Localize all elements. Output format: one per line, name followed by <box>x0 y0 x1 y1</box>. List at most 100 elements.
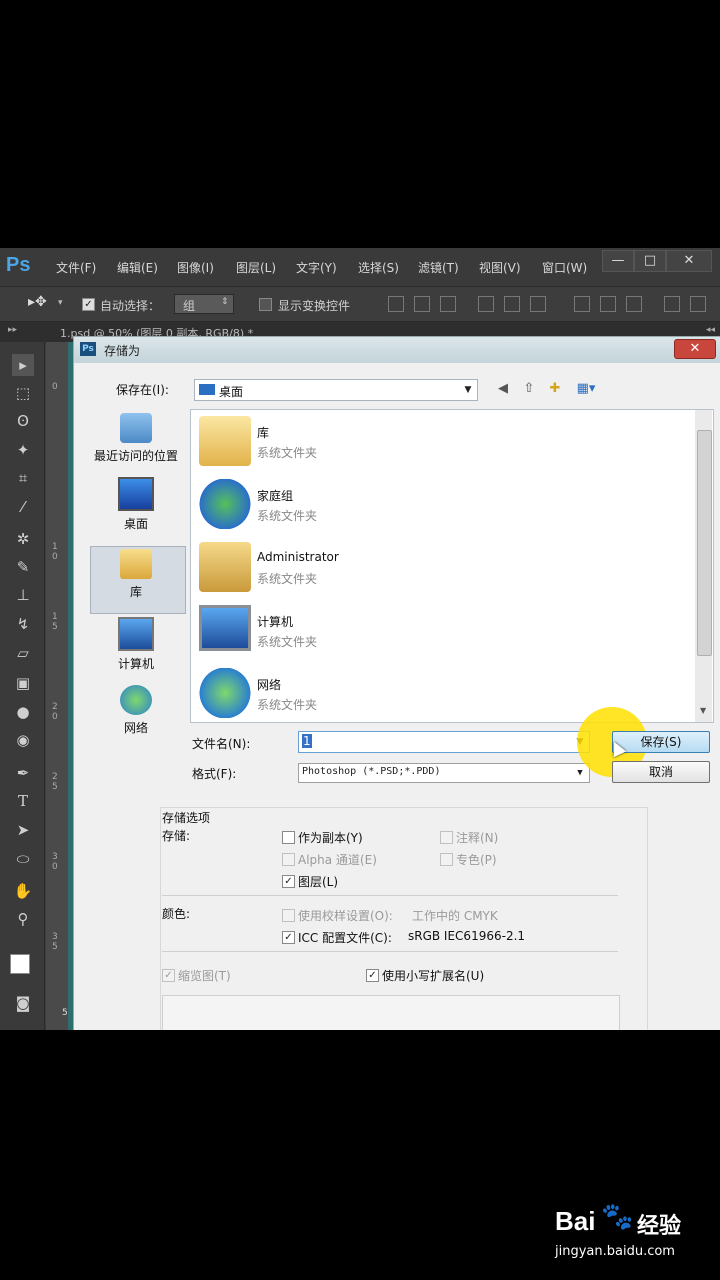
place-computer[interactable]: 计算机 <box>86 617 186 672</box>
minimize-button[interactable]: — <box>602 250 634 272</box>
place-recent[interactable]: 最近访问的位置 <box>86 413 186 464</box>
history-brush-icon[interactable]: ↯ <box>12 613 34 635</box>
notes-label: 注释(N) <box>456 831 499 845</box>
new-folder-icon[interactable]: ✚ <box>546 381 564 397</box>
eraser-icon[interactable]: ▱ <box>12 642 34 664</box>
gradient-tool-icon[interactable]: ▣ <box>12 672 34 694</box>
spot-checkbox[interactable] <box>440 853 453 866</box>
network-icon <box>199 668 251 718</box>
align-top-icon[interactable] <box>388 296 404 312</box>
healing-brush-icon[interactable]: ✲ <box>12 528 34 550</box>
list-item[interactable]: Administrator 系统文件夹 <box>197 538 677 598</box>
save-button[interactable]: 保存(S) <box>612 731 710 753</box>
lowercase-extension-checkbox[interactable]: ✓ <box>366 969 379 982</box>
place-libraries[interactable]: 库 <box>86 549 186 600</box>
foreground-color-swatch[interactable] <box>10 954 30 974</box>
list-item[interactable]: 家庭组 系统文件夹 <box>197 475 677 535</box>
view-menu-icon[interactable]: ▦▾ <box>572 381 600 397</box>
layers-checkbox[interactable]: ✓ <box>282 875 295 888</box>
align-right-icon[interactable] <box>530 296 546 312</box>
align-hcenter-icon[interactable] <box>504 296 520 312</box>
watermark-brand: Bai <box>555 1206 596 1236</box>
chevron-down-icon[interactable]: ▾ <box>58 298 63 308</box>
format-dropdown[interactable]: Photoshop (*.PSD;*.PDD) ▼ <box>298 763 590 783</box>
use-proof-label: 使用校样设置(O): <box>298 909 393 923</box>
icc-profile-checkbox[interactable]: ✓ <box>282 931 295 944</box>
up-folder-icon[interactable]: ⇧ <box>520 381 538 397</box>
menu-file[interactable]: 文件(F) <box>56 259 96 276</box>
menu-edit[interactable]: 编辑(E) <box>117 259 158 276</box>
dialog-close-button[interactable]: ✕ <box>674 339 716 359</box>
auto-select-checkbox[interactable]: ✓ <box>82 298 95 311</box>
ruler-label: 3 5 <box>52 932 58 952</box>
dodge-tool-icon[interactable]: ◉ <box>12 729 34 751</box>
divider <box>162 951 618 952</box>
use-proof-checkbox[interactable] <box>282 909 295 922</box>
desktop-icon <box>118 477 154 511</box>
distribute-bottom-icon[interactable] <box>626 296 642 312</box>
panel-expand-icon[interactable]: ◂◂ <box>706 325 715 335</box>
crop-tool-icon[interactable]: ⌗ <box>12 467 34 489</box>
scrollbar-thumb[interactable] <box>697 430 712 656</box>
layers-label: 图层(L) <box>298 875 339 889</box>
menu-window[interactable]: 窗口(W) <box>542 259 587 276</box>
clone-stamp-icon[interactable]: ⊥ <box>12 584 34 606</box>
alpha-checkbox[interactable] <box>282 853 295 866</box>
menu-layer[interactable]: 图层(L) <box>236 259 276 276</box>
photoshop-app-icon: Ps <box>80 342 96 356</box>
ellipse-tool-icon[interactable]: ⬭ <box>12 848 34 870</box>
proof-value: 工作中的 CMYK <box>412 909 498 923</box>
menu-image[interactable]: 图像(I) <box>177 259 214 276</box>
eyedropper-icon[interactable]: ⁄ <box>12 496 34 518</box>
filename-input[interactable]: 1 ▼ <box>298 731 590 753</box>
file-name: Administrator <box>257 550 339 564</box>
scroll-down-icon[interactable]: ▼ <box>700 706 706 715</box>
align-vcenter-icon[interactable] <box>414 296 430 312</box>
brush-tool-icon[interactable]: ✎ <box>12 556 34 578</box>
menu-view[interactable]: 视图(V) <box>479 259 521 276</box>
lasso-tool-icon[interactable]: ʘ <box>12 410 34 432</box>
pen-tool-icon[interactable]: ✒ <box>12 762 34 784</box>
maximize-button[interactable]: □ <box>634 250 666 272</box>
cancel-button[interactable]: 取消 <box>612 761 710 783</box>
zoom-tool-icon[interactable]: ⚲ <box>12 908 34 930</box>
list-item[interactable]: 库 系统文件夹 <box>197 412 677 472</box>
move-tool-icon[interactable]: ▸ <box>12 354 34 376</box>
distribute-top-icon[interactable] <box>574 296 590 312</box>
thumbnail-checkbox[interactable]: ✓ <box>162 969 175 982</box>
distribute-hcenter-icon[interactable] <box>690 296 706 312</box>
close-button[interactable]: ✕ <box>666 250 712 272</box>
as-copy-checkbox[interactable] <box>282 831 295 844</box>
align-bottom-icon[interactable] <box>440 296 456 312</box>
dialog-titlebar: Ps 存储为 ✕ <box>74 337 720 363</box>
distribute-vcenter-icon[interactable] <box>600 296 616 312</box>
path-selection-icon[interactable]: ➤ <box>12 819 34 841</box>
menu-filter[interactable]: 滤镜(T) <box>418 259 459 276</box>
file-name: 家庭组 <box>257 489 294 503</box>
place-network[interactable]: 网络 <box>86 685 186 736</box>
quick-mask-icon[interactable]: ◙ <box>12 992 34 1014</box>
save-in-value: 桌面 <box>219 385 244 399</box>
move-tool-icon[interactable]: ▸✥ <box>28 294 47 310</box>
show-transform-checkbox[interactable] <box>259 298 272 311</box>
panel-collapse-icon[interactable]: ▸▸ <box>8 325 17 335</box>
options-bar: ▸✥ ▾ ✓ 自动选择： 组 ⇕ 显示变换控件 <box>0 287 720 322</box>
type-tool-icon[interactable]: T <box>12 790 34 812</box>
marquee-tool-icon[interactable]: ⬚ <box>12 382 34 404</box>
notes-checkbox[interactable] <box>440 831 453 844</box>
magic-wand-icon[interactable]: ✦ <box>12 439 34 461</box>
save-in-dropdown[interactable]: 桌面 ▼ <box>194 379 478 401</box>
list-item[interactable]: 计算机 系统文件夹 <box>197 601 677 661</box>
distribute-left-icon[interactable] <box>664 296 680 312</box>
menu-select[interactable]: 选择(S) <box>358 259 399 276</box>
hand-tool-icon[interactable]: ✋ <box>12 880 34 902</box>
blur-tool-icon[interactable]: ● <box>12 701 34 723</box>
back-icon[interactable]: ◀ <box>494 381 512 397</box>
place-desktop[interactable]: 桌面 <box>86 477 186 532</box>
paw-logo-icon: 🐾 <box>601 1202 634 1232</box>
align-left-icon[interactable] <box>478 296 494 312</box>
file-list-scrollbar[interactable]: ▼ <box>695 410 712 722</box>
menu-type[interactable]: 文字(Y) <box>296 259 337 276</box>
auto-select-dropdown[interactable]: 组 ⇕ <box>174 294 234 314</box>
desktop-icon <box>199 384 215 395</box>
